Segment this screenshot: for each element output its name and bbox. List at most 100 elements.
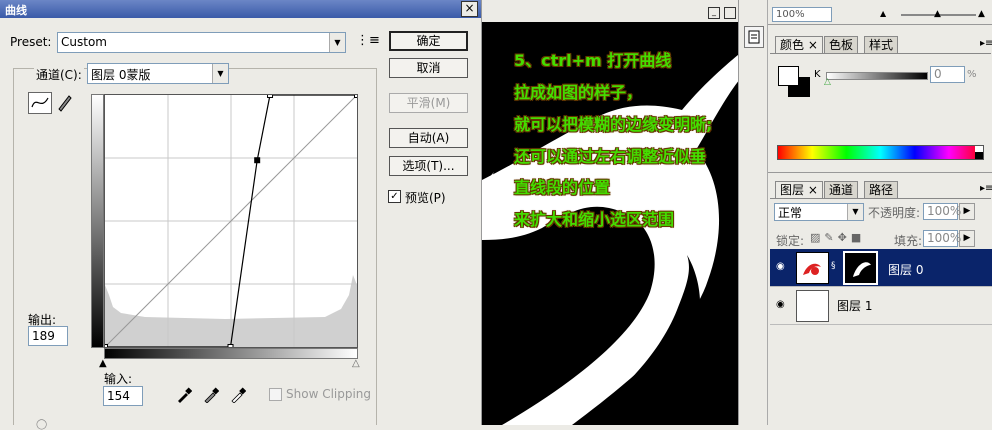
output-gradient-bar — [91, 94, 104, 348]
tab-swatches[interactable]: 色板 — [824, 36, 859, 53]
mask-thumbnail-art — [853, 262, 871, 277]
chevron-down-icon: ▼ — [212, 64, 228, 83]
curve-control-point[interactable] — [267, 95, 274, 98]
channel-select[interactable]: 图层 0蒙版 ▼ — [87, 63, 229, 84]
pencil-tool[interactable] — [54, 92, 74, 112]
dialog-title: 曲线 — [5, 4, 27, 17]
dialog-titlebar[interactable]: 曲线 × — [0, 0, 481, 18]
lock-icons[interactable]: ▨✎✥■ — [810, 231, 865, 244]
cancel-button[interactable]: 取消 — [389, 58, 468, 78]
input-label: 输入: — [104, 372, 133, 386]
smooth-button[interactable]: 平滑(M) — [389, 93, 468, 113]
preset-select[interactable]: Custom ▼ — [57, 32, 346, 53]
layer-name: 图层 1 — [837, 299, 873, 313]
tab-channels[interactable]: 通道 — [824, 181, 859, 198]
curve-graph-svg[interactable] — [105, 95, 357, 347]
curve-control-point[interactable] — [227, 344, 234, 348]
panel-menu-icon[interactable]: ▸≡ — [980, 38, 992, 49]
tab-label: 色板 — [829, 38, 854, 52]
document-icon — [748, 30, 760, 44]
black-eyedropper-icon[interactable] — [176, 387, 192, 403]
tab-styles[interactable]: 样式 — [864, 36, 899, 53]
curve-graph[interactable] — [104, 94, 358, 348]
tab-paths[interactable]: 路径 — [864, 181, 899, 198]
k-unit: % — [967, 69, 977, 80]
tutorial-line: 直线段的位置 — [514, 178, 611, 197]
document-titlebar[interactable]: _ — [482, 0, 740, 22]
white-eyedropper-icon[interactable] — [230, 387, 246, 403]
divider — [770, 53, 991, 54]
preset-menu-icon[interactable]: ⋮≡ — [356, 33, 380, 48]
preset-label: Preset: — [10, 35, 52, 49]
tab-layers[interactable]: 图层 × — [775, 181, 823, 198]
chevron-down-icon: ▼ — [847, 204, 863, 220]
show-clipping-checkbox[interactable] — [269, 388, 282, 401]
lock-label: 锁定: — [776, 234, 805, 248]
tutorial-line: 就可以把模糊的边缘变明晰; — [514, 115, 713, 134]
foreground-color-swatch[interactable] — [778, 66, 799, 86]
close-button[interactable]: × — [461, 1, 478, 17]
maximize-icon[interactable] — [724, 7, 736, 19]
k-slider-track[interactable] — [826, 72, 928, 80]
curve-edit-tool[interactable] — [28, 92, 52, 114]
minimize-icon[interactable]: _ — [708, 7, 720, 19]
opacity-arrow[interactable]: ▶ — [959, 203, 975, 220]
preset-value: Custom — [61, 35, 107, 49]
input-gradient-bar — [104, 348, 358, 359]
gray-eyedropper-icon[interactable] — [203, 387, 219, 403]
tutorial-line: 拉成如图的样子， — [514, 83, 643, 102]
dock-button[interactable] — [744, 26, 764, 48]
fill-label: 填充: — [894, 234, 923, 248]
visibility-eye-icon[interactable]: ◉ — [776, 261, 785, 272]
black-point-slider[interactable]: ▲ — [99, 358, 107, 369]
ok-button[interactable]: 确定 — [389, 31, 468, 51]
tab-label: 通道 — [829, 183, 854, 197]
fill-field[interactable]: 100% — [923, 230, 961, 247]
layer-mask-thumbnail[interactable] — [843, 251, 878, 285]
chain-link-icon[interactable]: § — [831, 261, 836, 271]
k-slider-thumb[interactable]: △ — [824, 77, 831, 87]
pencil-icon — [58, 95, 72, 112]
white-point-slider[interactable]: △ — [352, 358, 360, 369]
layer-row-1[interactable]: ◉ 图层 1 — [770, 287, 992, 325]
layer-thumbnail-art — [803, 263, 821, 275]
curve-control-point[interactable] — [354, 95, 358, 98]
opacity-field[interactable]: 100% — [923, 203, 961, 220]
zoom-out-icon[interactable]: ▲ — [880, 9, 886, 18]
tutorial-line: 来扩大和缩小选区范围 — [514, 210, 675, 229]
preview-checkbox[interactable]: ✓ — [388, 190, 401, 203]
curve-control-point[interactable] — [105, 344, 108, 348]
zoom-field[interactable]: 100% — [772, 7, 832, 22]
tab-label: 颜色 — [780, 38, 805, 52]
visibility-eye-icon[interactable]: ◉ — [776, 299, 785, 310]
output-field[interactable]: 189 — [28, 326, 68, 346]
tab-label: 路径 — [869, 183, 894, 197]
channel-value: 图层 0蒙版 — [91, 68, 151, 82]
blend-mode-value: 正常 — [778, 206, 803, 220]
tutorial-line: 5、ctrl+m 打开曲线 — [514, 51, 672, 70]
layer-row-0[interactable]: ◉ § 图层 0 — [770, 249, 992, 287]
zoom-slider-thumb[interactable]: ▲ — [934, 9, 941, 19]
curve-control-point[interactable] — [254, 157, 261, 164]
color-ramp[interactable] — [777, 145, 984, 160]
k-value-field[interactable]: 0 — [930, 66, 965, 83]
input-field[interactable]: 154 — [103, 386, 143, 406]
zoom-in-icon[interactable]: ▲ — [978, 9, 985, 19]
channel-label: 通道(C): — [34, 66, 84, 83]
right-panels: 100% ▲ ▲ ▲ 颜色 × 色板 样式 ▸≡ K △ 0 % 图层 × 通道… — [767, 0, 992, 425]
auto-button[interactable]: 自动(A) — [389, 128, 468, 148]
k-channel-label: K — [814, 69, 821, 80]
panel-menu-icon[interactable]: ▸≡ — [980, 183, 992, 194]
options-button[interactable]: 选项(T)... — [389, 156, 468, 176]
layer-thumbnail — [796, 252, 829, 284]
divider — [770, 198, 991, 199]
preview-label: 预览(P) — [405, 191, 446, 205]
tab-color[interactable]: 颜色 × — [775, 36, 823, 53]
opacity-label: 不透明度: — [868, 206, 921, 220]
black-patch — [975, 152, 983, 159]
tutorial-line: 还可以通过左右调整近似垂 — [514, 147, 707, 166]
fill-arrow[interactable]: ▶ — [959, 230, 975, 247]
blend-mode-select[interactable]: 正常 ▼ — [774, 203, 864, 221]
panel-dock-strip — [738, 0, 767, 425]
layer-name: 图层 0 — [888, 263, 924, 277]
